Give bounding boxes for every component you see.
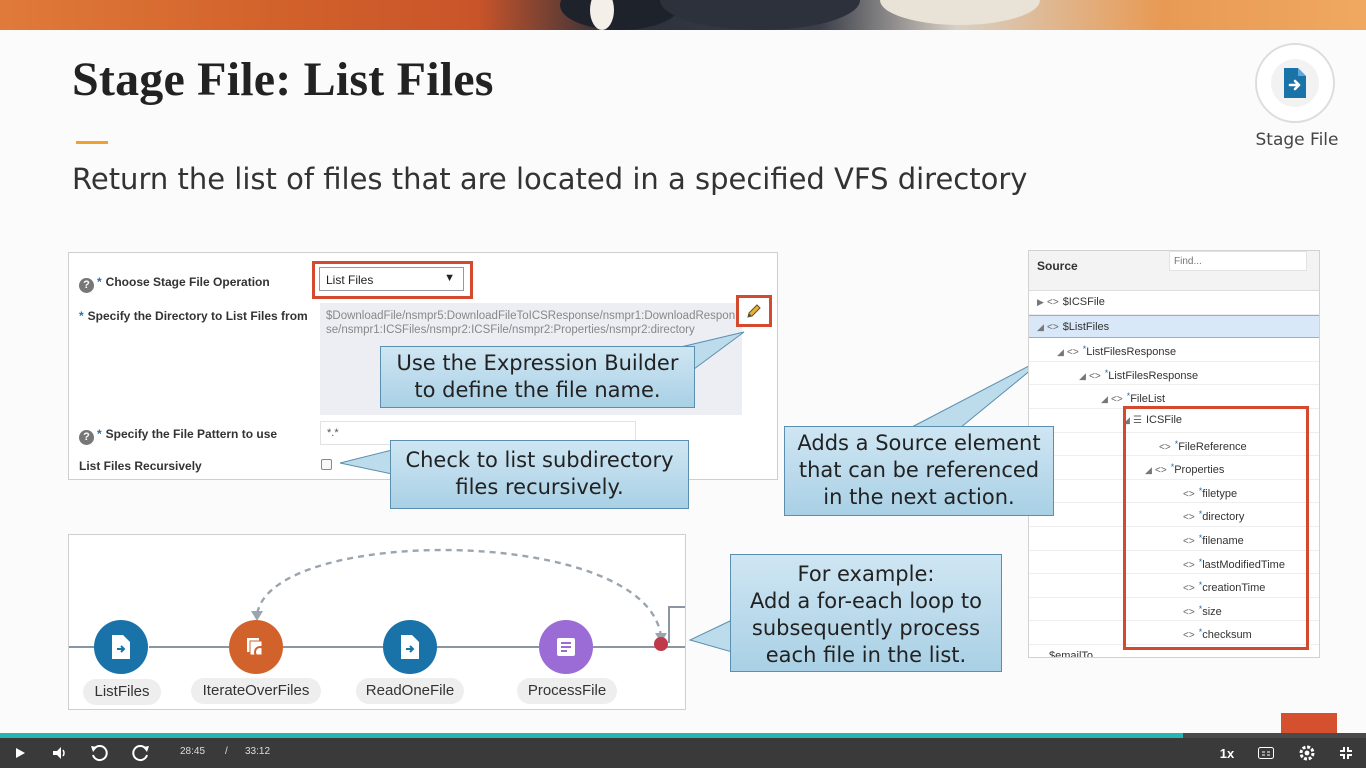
callout-text: For example: (797, 562, 935, 586)
tree-title: Source (1037, 259, 1078, 273)
element-icon: <> (1067, 347, 1079, 359)
callout-text: Use the Expression Builder (396, 351, 679, 375)
tree-row-label: $emailTo (1049, 650, 1094, 658)
callout-text: Add a for-each loop to (750, 589, 982, 613)
playback-speed-button[interactable]: 1x (1212, 738, 1242, 768)
tree-row-label: $ListFiles (1062, 320, 1110, 333)
source-element-callout: Adds a Source element that can be refere… (784, 426, 1054, 516)
tree-row[interactable]: ◢ <> $ListFiles (1029, 314, 1319, 339)
flow-node-readonefile[interactable] (383, 620, 437, 674)
tree-row-label: FileList (1130, 393, 1166, 406)
volume-button[interactable] (48, 738, 72, 768)
tree-row[interactable]: ◢ <> *ListFilesResponse (1029, 362, 1319, 386)
element-icon: <> (1047, 321, 1059, 333)
stage-file-icon (112, 635, 130, 659)
callout-text: subsequently process (751, 616, 981, 640)
flow-node-listfiles[interactable] (94, 620, 148, 674)
collapse-arrow-icon[interactable]: ◢ (1101, 388, 1111, 411)
time-separator: / (225, 746, 228, 757)
tree-row-label: $ICSFile (1062, 296, 1105, 308)
play-button[interactable] (8, 738, 32, 768)
integration-flow-diagram: ListFiles IterateOverFiles ReadOneFile P… (68, 534, 686, 710)
element-icon: <> (1111, 394, 1123, 406)
recursive-callout: Check to list subdirectory files recursi… (390, 440, 689, 509)
total-time: 33:12 (245, 746, 271, 757)
volume-icon (53, 747, 65, 759)
tree-row-label: ListFilesResponse (1108, 369, 1199, 382)
forward-button[interactable] (128, 738, 154, 768)
current-time: 28:45 (180, 746, 206, 757)
player-controls: 28:45 / 33:12 1x (0, 738, 1366, 768)
callout-text: that can be referenced (798, 458, 1040, 482)
loop-back-arrow (255, 548, 663, 638)
tree-header: Source (1029, 251, 1319, 291)
collapse-arrow-icon[interactable]: ◢ (1037, 316, 1047, 339)
tree-row[interactable]: ◢ <> *ListFilesResponse (1029, 338, 1319, 362)
loop-end-marker (654, 637, 668, 651)
callout-text: Adds a Source element (797, 431, 1041, 455)
flow-node-label: IterateOverFiles (191, 678, 321, 704)
highlight-frame (1123, 406, 1309, 650)
document-icon (557, 638, 575, 656)
captions-button[interactable] (1254, 738, 1278, 768)
example-callout-pointer (688, 619, 733, 653)
exit-fullscreen-icon (1340, 747, 1352, 759)
callout-text: to define the file name. (414, 378, 661, 402)
flow-node-processfile[interactable] (539, 620, 593, 674)
tree-find-input[interactable] (1169, 251, 1307, 271)
stage-file-icon (401, 635, 419, 659)
for-each-icon (247, 638, 266, 658)
gear-icon (1299, 745, 1315, 761)
forward-icon (132, 745, 149, 762)
expression-builder-callout: Use the Expression Builder to define the… (380, 346, 695, 408)
captions-icon (1258, 747, 1274, 759)
tree-row[interactable]: ▶ <> $ICSFile (1029, 291, 1319, 315)
element-icon: <> (1089, 370, 1101, 382)
rewind-icon (91, 745, 108, 762)
flow-node-label: ProcessFile (517, 678, 617, 704)
for-each-example-callout: For example: Add a for-each loop to subs… (730, 554, 1002, 672)
callout-text: files recursively. (455, 475, 624, 499)
recursive-callout-pointer (339, 449, 393, 475)
flow-node-iterateoverfiles[interactable] (229, 620, 283, 674)
expand-arrow-icon[interactable]: ▶ (1037, 291, 1047, 314)
callout-text: each file in the list. (765, 643, 967, 667)
flow-line (668, 606, 685, 643)
tree-row-label: ListFilesResponse (1086, 346, 1177, 359)
exit-fullscreen-button[interactable] (1334, 738, 1358, 768)
element-icon: <> (1047, 297, 1059, 308)
play-icon (16, 748, 25, 758)
collapse-arrow-icon[interactable]: ◢ (1057, 341, 1067, 364)
settings-button[interactable] (1292, 738, 1322, 768)
slide-stage: Stage File: List Files Return the list o… (0, 0, 1366, 768)
callout-text: in the next action. (823, 485, 1015, 509)
collapse-arrow-icon[interactable]: ◢ (1079, 365, 1089, 388)
flow-node-label: ReadOneFile (356, 678, 464, 704)
rewind-button[interactable] (86, 738, 112, 768)
flow-node-label: ListFiles (83, 679, 161, 705)
callout-text: Check to list subdirectory (405, 448, 674, 472)
